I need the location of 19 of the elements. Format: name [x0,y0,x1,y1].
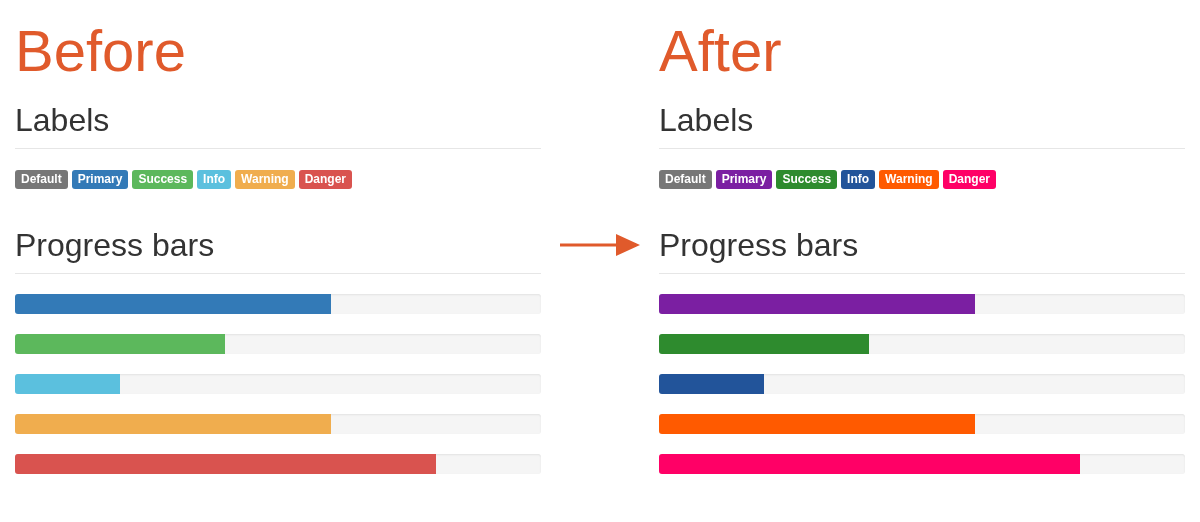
label-badge: Primary [71,170,129,189]
label-badge: Warning [235,170,295,189]
label-badge: Default [15,170,68,189]
section-heading: Labels [15,104,541,149]
section-heading: Progress bars [659,229,1185,274]
section-heading: Labels [659,104,1185,149]
label-badge: Primary [715,170,773,189]
right-arrow-icon [560,232,640,258]
panel-title: Before [15,22,187,82]
label-badge: Info [841,170,876,189]
label-badge: Default [659,170,712,189]
label-badge: Warning [879,170,939,189]
label-badge: Danger [942,170,996,189]
section-heading: Progress bars [15,229,541,274]
label-badge: Success [776,170,838,189]
label-badge: Success [132,170,194,189]
label-badge: Danger [298,170,352,189]
panel-title: After [659,22,783,82]
label-badge: Info [197,170,232,189]
